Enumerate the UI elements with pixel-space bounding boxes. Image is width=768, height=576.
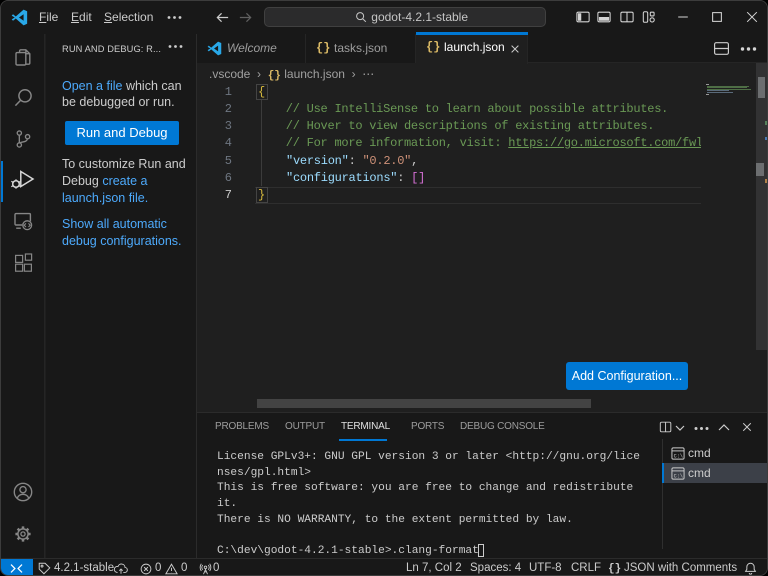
svg-text:C:\: C:\: [674, 453, 683, 459]
svg-text:C:\: C:\: [674, 473, 683, 479]
